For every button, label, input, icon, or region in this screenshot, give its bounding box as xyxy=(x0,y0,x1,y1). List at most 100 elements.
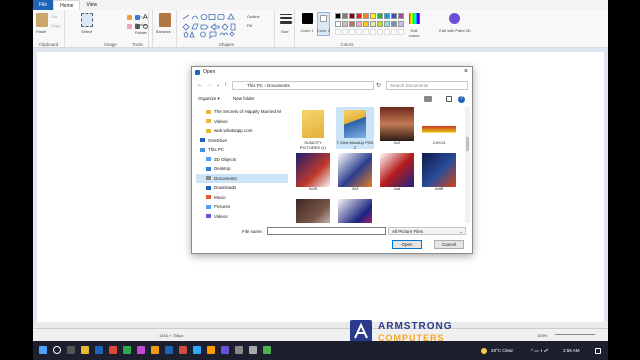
palette-color-swatch[interactable] xyxy=(370,21,376,27)
app-icon[interactable] xyxy=(179,346,187,354)
palette-color-swatch[interactable] xyxy=(377,21,383,27)
nav-item[interactable]: web.whatsapp.com xyxy=(196,126,288,135)
color2-label[interactable]: Color 2 xyxy=(317,28,330,33)
nav-item[interactable]: Videos xyxy=(196,212,288,221)
nav-item[interactable]: OneDrive xyxy=(196,136,288,145)
cancel-button[interactable]: Cancel xyxy=(434,240,464,249)
magnifier-icon[interactable] xyxy=(143,24,148,29)
palette-color-swatch[interactable] xyxy=(384,13,390,19)
nav-item[interactable]: Videos xyxy=(196,117,288,126)
tab-file[interactable]: File xyxy=(33,0,54,10)
palette-color-swatch[interactable] xyxy=(370,13,376,19)
edit-colors-label[interactable]: Edit colors xyxy=(405,28,423,38)
chrome-icon[interactable] xyxy=(109,346,117,354)
palette-color-swatch[interactable] xyxy=(363,13,369,19)
custom-color-swatch[interactable] xyxy=(349,29,355,35)
new-folder-button[interactable]: New folder xyxy=(233,96,255,101)
color2-swatch[interactable] xyxy=(320,15,327,22)
file-name-input[interactable] xyxy=(267,227,386,235)
size-label[interactable]: Size xyxy=(281,29,289,34)
tab-home[interactable]: Home xyxy=(53,0,81,10)
organize-button[interactable]: Organize ▾ xyxy=(198,96,220,101)
palette-color-swatch[interactable] xyxy=(391,21,397,27)
file-item[interactable]: 4x6 xyxy=(378,153,416,195)
file-item[interactable] xyxy=(294,199,332,223)
app-icon[interactable] xyxy=(263,346,271,354)
tab-view[interactable]: View xyxy=(80,0,103,10)
palette-color-swatch[interactable] xyxy=(384,21,390,27)
nav-item[interactable]: This PC xyxy=(196,145,288,154)
custom-color-swatch[interactable] xyxy=(335,29,341,35)
search-input[interactable]: Search Documents xyxy=(386,81,468,90)
custom-color-swatch[interactable] xyxy=(342,29,348,35)
cut-button[interactable]: Cut xyxy=(51,14,57,19)
palette-color-swatch[interactable] xyxy=(342,13,348,19)
nav-item[interactable]: Music xyxy=(196,193,288,202)
search-icon[interactable] xyxy=(53,346,61,354)
app-icon[interactable] xyxy=(151,346,159,354)
zoom-slider[interactable] xyxy=(555,334,595,335)
palette-color-swatch[interactable] xyxy=(398,13,404,19)
brush-icon[interactable] xyxy=(159,13,171,27)
help-icon[interactable]: ? xyxy=(458,96,465,103)
file-item[interactable]: T-Shirt MockUp PSD 2 xyxy=(336,107,374,149)
palette-color-swatch[interactable] xyxy=(398,21,404,27)
paint3d-label[interactable]: Edit with Paint 3D xyxy=(439,28,471,33)
photoshop-icon[interactable] xyxy=(193,346,201,354)
nav-item[interactable]: The Secrets of Happily Married M xyxy=(196,107,288,116)
file-item[interactable]: 3x3 xyxy=(336,153,374,195)
tray-icons[interactable]: ^ ▭ ◖ ☍ xyxy=(531,348,548,354)
clock[interactable]: 2:55 AM xyxy=(563,348,580,353)
nav-item[interactable]: 3D Objects xyxy=(196,155,288,164)
custom-color-swatch[interactable] xyxy=(398,29,404,35)
brushes-label[interactable]: Brushes xyxy=(156,29,171,34)
fill-button[interactable]: Fill xyxy=(247,23,252,28)
paint-taskbar-icon[interactable] xyxy=(249,346,257,354)
pencil-icon[interactable] xyxy=(127,15,132,20)
palette-color-swatch[interactable] xyxy=(363,21,369,27)
weather-text[interactable]: 28°C Clear xyxy=(491,348,513,353)
close-icon[interactable]: × xyxy=(464,68,468,75)
app-icon[interactable] xyxy=(235,346,243,354)
fill-icon[interactable] xyxy=(135,15,140,20)
palette-color-swatch[interactable] xyxy=(349,21,355,27)
breadcrumb-this-pc[interactable]: This PC xyxy=(247,83,263,88)
nav-item[interactable]: Documents xyxy=(196,173,288,183)
custom-color-swatch[interactable] xyxy=(384,29,390,35)
file-item[interactable]: 3x2ft xyxy=(294,153,332,195)
scrollbar-thumb[interactable] xyxy=(466,137,469,151)
copy-button[interactable]: Copy xyxy=(51,23,60,28)
file-type-select[interactable]: All Picture Files ⌄ xyxy=(388,227,466,235)
paint3d-icon[interactable] xyxy=(449,13,460,24)
app-icon[interactable] xyxy=(221,346,229,354)
address-bar[interactable]: This PC › Documents xyxy=(232,81,374,90)
custom-color-swatch[interactable] xyxy=(356,29,362,35)
text-icon[interactable]: A xyxy=(143,14,153,24)
select-label[interactable]: Select xyxy=(81,29,92,34)
palette-color-swatch[interactable] xyxy=(356,13,362,19)
color-picker-icon[interactable] xyxy=(135,24,140,29)
palette-color-swatch[interactable] xyxy=(349,13,355,19)
nav-item[interactable]: Downloads xyxy=(196,183,288,192)
palette-color-swatch[interactable] xyxy=(342,21,348,27)
notifications-icon[interactable] xyxy=(595,348,601,354)
select-icon[interactable] xyxy=(81,13,93,27)
palette-color-swatch[interactable] xyxy=(335,13,341,19)
app-icon[interactable] xyxy=(165,346,173,354)
illustrator-icon[interactable] xyxy=(207,346,215,354)
custom-color-swatch[interactable] xyxy=(370,29,376,35)
palette-color-swatch[interactable] xyxy=(356,21,362,27)
nav-item[interactable]: Desktop xyxy=(196,164,288,173)
file-list-scrollbar[interactable] xyxy=(465,107,470,223)
app-icon[interactable] xyxy=(123,346,131,354)
outline-button[interactable]: Outline xyxy=(247,14,260,19)
file-item[interactable]: 2x2 xyxy=(378,107,416,149)
app-icon[interactable] xyxy=(137,346,145,354)
palette-color-swatch[interactable] xyxy=(377,13,383,19)
custom-color-swatch[interactable] xyxy=(377,29,383,35)
forward-arrow-icon[interactable]: → xyxy=(206,82,212,88)
palette-color-swatch[interactable] xyxy=(391,13,397,19)
back-arrow-icon[interactable]: ← xyxy=(197,82,203,88)
start-icon[interactable] xyxy=(39,346,47,354)
file-item[interactable]: 3.5X13 xyxy=(420,107,458,149)
